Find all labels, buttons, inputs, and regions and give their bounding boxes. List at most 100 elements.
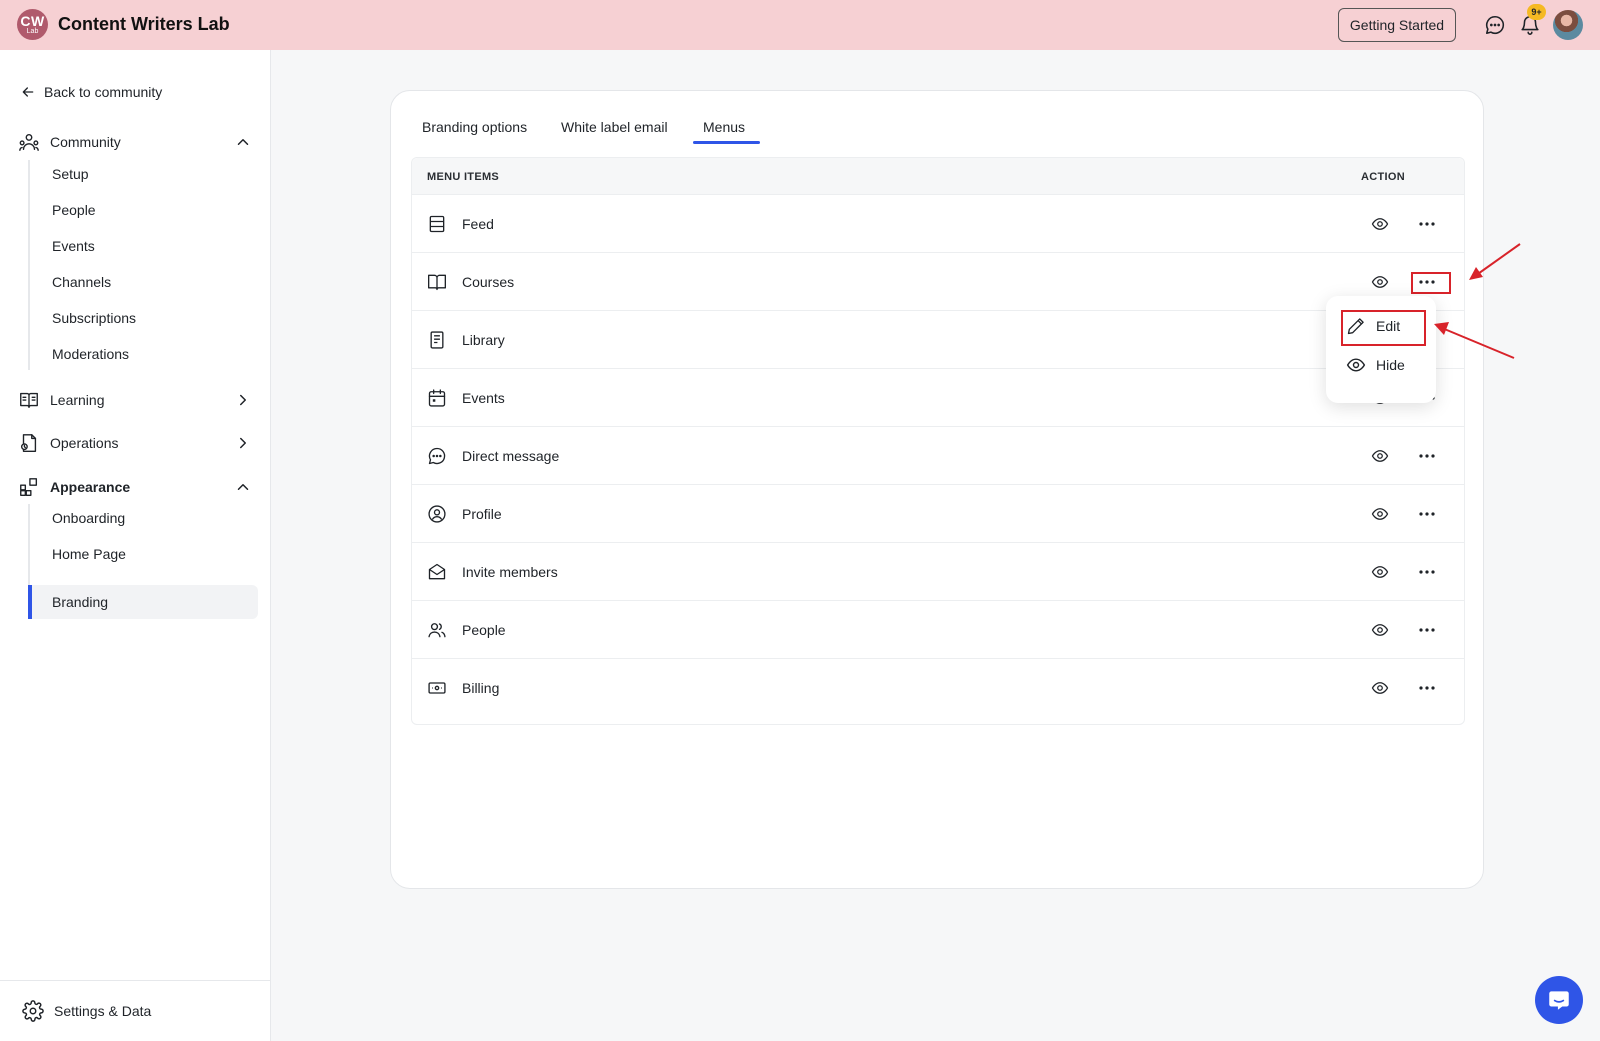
sidebar-item-home-page[interactable]: Home Page — [52, 546, 126, 562]
eye-icon — [1346, 358, 1366, 372]
annotation-arrow-icon — [1434, 322, 1515, 359]
community-icon — [19, 133, 39, 151]
row-label: Direct message — [462, 448, 560, 464]
logo-text: CW — [20, 13, 45, 29]
eye-icon[interactable] — [1370, 563, 1390, 581]
book-open-icon — [428, 274, 446, 291]
chevron-up-icon[interactable] — [234, 133, 252, 151]
sidebar: Back to community Community Setup People… — [0, 50, 271, 1041]
library-icon — [430, 331, 444, 349]
chat-bubble-icon — [1549, 991, 1569, 1010]
profile-icon — [428, 505, 446, 523]
eye-icon[interactable] — [1370, 505, 1390, 523]
more-options-button[interactable] — [1412, 212, 1442, 236]
eye-icon[interactable] — [1370, 679, 1390, 697]
table-row: Feed — [412, 195, 1464, 253]
app-title[interactable]: Content Writers Lab — [58, 14, 230, 35]
row-label: People — [462, 622, 506, 638]
top-bar: CW Lab Content Writers Lab Getting Start… — [0, 0, 1600, 50]
message-icon — [428, 447, 446, 465]
more-options-button[interactable] — [1412, 444, 1442, 468]
logo-subtext: Lab — [26, 28, 39, 35]
eye-icon[interactable] — [1370, 621, 1390, 639]
menu-item-label: Hide — [1376, 357, 1405, 373]
more-horizontal-icon — [1419, 570, 1435, 574]
menus-card: Branding options White label email Menus… — [390, 90, 1484, 889]
tab-white-label-email[interactable]: White label email — [561, 119, 668, 135]
gear-icon — [22, 1000, 44, 1022]
sidebar-item-moderations[interactable]: Moderations — [52, 346, 129, 362]
eye-icon[interactable] — [1370, 215, 1390, 233]
chat-icon[interactable] — [1484, 14, 1506, 36]
sidebar-item-people[interactable]: People — [52, 202, 96, 218]
sidebar-section-label: Community — [50, 134, 121, 150]
people-icon — [428, 623, 446, 638]
more-options-button[interactable] — [1412, 502, 1442, 526]
row-label: Library — [462, 332, 505, 348]
app-logo[interactable]: CW Lab — [17, 9, 48, 40]
chevron-up-icon[interactable] — [234, 478, 252, 496]
menu-items-table: MENU ITEMS ACTION Feed Courses Library E… — [411, 157, 1465, 725]
tab-branding-options[interactable]: Branding options — [422, 119, 527, 135]
annotation-arrow-icon — [1469, 243, 1521, 280]
appearance-icon — [20, 478, 38, 496]
sidebar-section-learning[interactable]: Learning — [18, 386, 252, 414]
community-subnav-line — [28, 160, 30, 370]
notification-badge: 9+ — [1527, 4, 1546, 20]
table-row: Billing — [412, 659, 1464, 717]
table-row: Profile — [412, 485, 1464, 543]
sidebar-section-label: Learning — [50, 392, 105, 408]
sidebar-item-label: Branding — [52, 594, 109, 610]
sidebar-section-label: Appearance — [50, 479, 131, 495]
operations-icon — [20, 434, 37, 452]
eye-icon[interactable] — [1370, 273, 1390, 291]
more-options-button[interactable] — [1412, 676, 1442, 700]
avatar[interactable] — [1553, 10, 1583, 40]
sidebar-item-setup[interactable]: Setup — [52, 166, 89, 182]
row-label: Profile — [462, 506, 502, 522]
more-horizontal-icon — [1419, 512, 1435, 516]
feed-icon — [429, 215, 445, 233]
more-horizontal-icon — [1419, 454, 1435, 458]
sidebar-section-community[interactable]: Community — [18, 128, 252, 156]
support-chat-button[interactable] — [1535, 976, 1583, 1024]
row-label: Billing — [462, 680, 500, 696]
tab-menus[interactable]: Menus — [703, 119, 745, 135]
row-label: Courses — [462, 274, 515, 290]
chevron-right-icon[interactable] — [234, 391, 252, 409]
billing-icon — [428, 682, 446, 694]
back-to-community-link[interactable]: Back to community — [20, 84, 162, 100]
sidebar-item-events[interactable]: Events — [52, 238, 95, 254]
more-horizontal-icon — [1419, 628, 1435, 632]
settings-and-data-link[interactable]: Settings & Data — [0, 980, 270, 1041]
menu-item-hide[interactable]: Hide — [1346, 355, 1405, 375]
table-row: Invite members — [412, 543, 1464, 601]
table-row: Direct message — [412, 427, 1464, 485]
row-label: Events — [462, 390, 505, 406]
envelope-icon — [428, 563, 446, 580]
chevron-right-icon[interactable] — [234, 434, 252, 452]
more-horizontal-icon — [1419, 686, 1435, 690]
row-label: Invite members — [462, 564, 558, 580]
sidebar-item-subscriptions[interactable]: Subscriptions — [52, 310, 136, 326]
table-row: Library — [412, 311, 1464, 369]
more-options-button[interactable] — [1412, 560, 1442, 584]
getting-started-button[interactable]: Getting Started — [1338, 8, 1456, 42]
sidebar-section-appearance[interactable]: Appearance — [18, 473, 252, 501]
back-label: Back to community — [44, 84, 163, 100]
sidebar-item-onboarding[interactable]: Onboarding — [52, 510, 125, 526]
sidebar-section-operations[interactable]: Operations — [18, 429, 252, 457]
sidebar-item-channels[interactable]: Channels — [52, 274, 111, 290]
annotation-highlight-edit — [1341, 310, 1426, 346]
table-row: Events — [412, 369, 1464, 427]
column-header-menu-items: MENU ITEMS — [427, 171, 500, 183]
annotation-highlight-more-button — [1411, 272, 1451, 294]
more-options-button[interactable] — [1412, 618, 1442, 642]
table-header: MENU ITEMS ACTION — [412, 158, 1464, 195]
row-label: Feed — [462, 216, 494, 232]
active-tab-indicator — [693, 141, 760, 144]
settings-label: Settings & Data — [54, 1003, 152, 1019]
sidebar-item-branding[interactable]: Branding — [28, 585, 258, 619]
calendar-icon — [428, 389, 446, 407]
eye-icon[interactable] — [1370, 447, 1390, 465]
